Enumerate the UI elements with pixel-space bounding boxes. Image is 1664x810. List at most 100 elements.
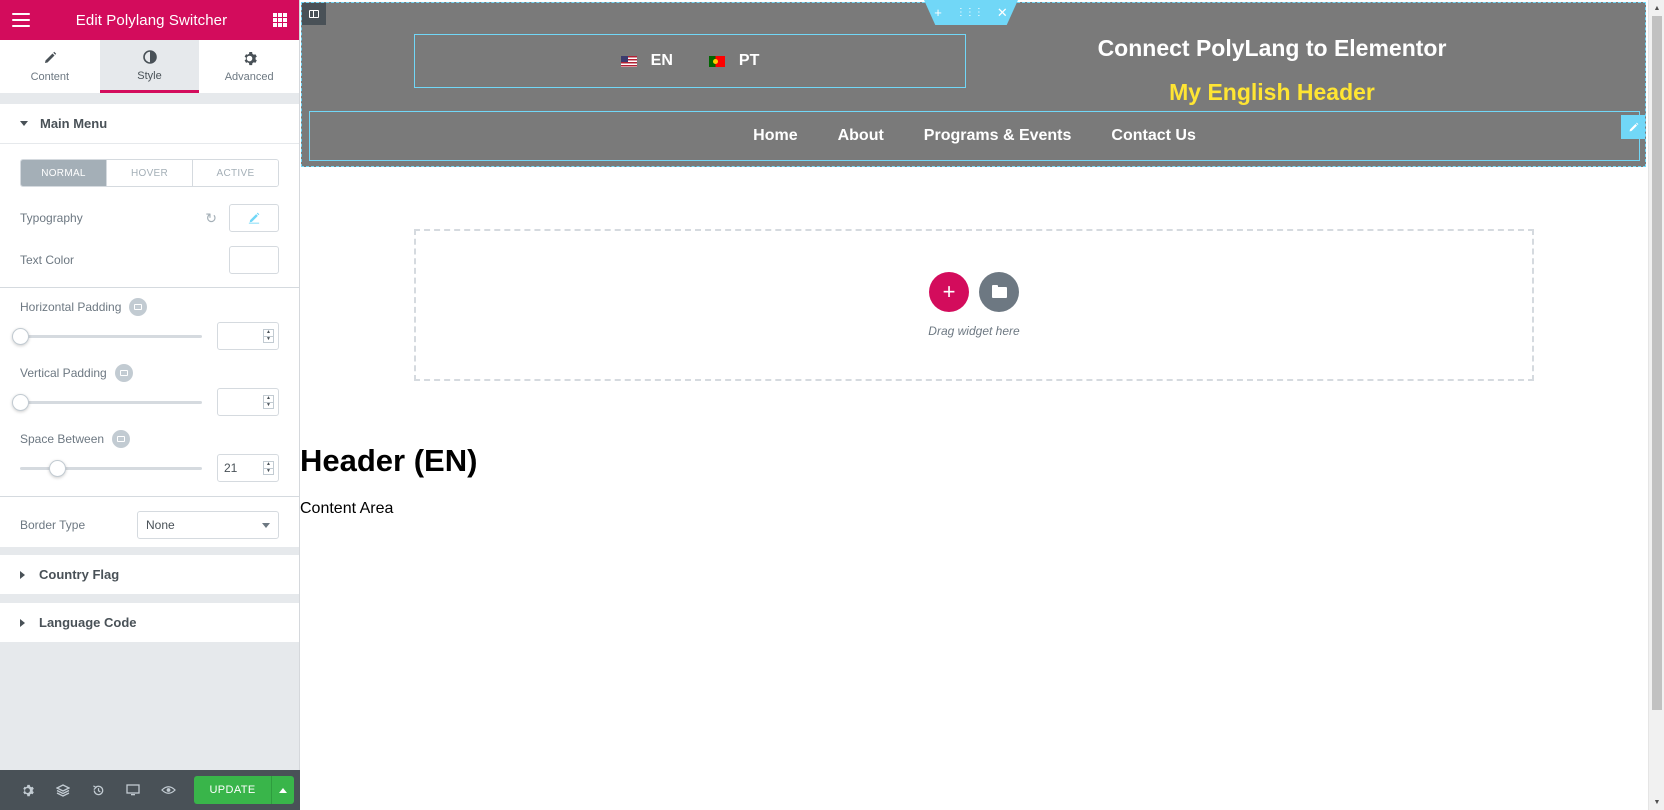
close-icon[interactable]: ✕ [997, 5, 1008, 21]
header-section[interactable]: + ⋮⋮⋮ ✕ EN PT Connect PolyLang to Elemen… [301, 0, 1646, 167]
nav-item-about[interactable]: About [838, 127, 884, 145]
preview-eye-icon[interactable] [151, 770, 186, 810]
widget-drop-zone[interactable]: + Drag widget here [414, 229, 1534, 381]
state-tab-hover[interactable]: HOVER [107, 160, 193, 186]
update-options-button[interactable] [271, 776, 294, 804]
vertical-padding-label: Vertical Padding [20, 366, 107, 380]
number-spinner[interactable]: ▲ ▼ [263, 395, 274, 409]
responsive-monitor-icon[interactable] [112, 430, 131, 448]
responsive-monitor-icon[interactable] [129, 298, 148, 316]
gear-icon [241, 50, 257, 66]
layers-icon[interactable] [45, 770, 80, 810]
caret-down-icon [20, 121, 28, 126]
column-icon [309, 10, 319, 18]
language-code-section: Language Code [0, 603, 299, 643]
menu-icon[interactable] [12, 13, 30, 27]
horizontal-padding-label: Horizontal Padding [20, 300, 122, 314]
vertical-padding-slider[interactable] [12, 393, 202, 411]
reset-icon[interactable]: ↻ [205, 210, 217, 227]
typography-edit-button[interactable] [229, 204, 279, 232]
state-tab-active[interactable]: ACTIVE [193, 160, 278, 186]
space-between-input[interactable]: 21 ▲ ▼ [217, 454, 279, 482]
plus-icon: + [942, 279, 956, 304]
scroll-down-arrow[interactable]: ▼ [1649, 794, 1664, 810]
portugal-flag-icon [708, 55, 725, 67]
typography-label: Typography [20, 211, 83, 225]
panel-tabs: Content Style Advanced [0, 40, 299, 94]
folder-icon [991, 284, 1007, 298]
panel-title: Edit Polylang Switcher [75, 11, 228, 29]
add-section-icon[interactable]: + [934, 5, 942, 20]
settings-gear-icon[interactable] [10, 770, 45, 810]
nav-item-contact-us[interactable]: Contact Us [1111, 127, 1195, 145]
pencil-icon [248, 212, 260, 224]
panel-header: Edit Polylang Switcher [0, 0, 299, 40]
main-nav: Home About Programs & Events Contact Us [309, 111, 1640, 161]
tab-content-label: Content [30, 71, 70, 83]
country-flag-section-header[interactable]: Country Flag [0, 555, 299, 595]
space-between-control: Space Between 21 ▲ ▼ [0, 428, 299, 486]
caret-right-icon [20, 618, 25, 627]
tab-advanced[interactable]: Advanced [199, 40, 299, 93]
caret-up-icon [279, 787, 288, 793]
language-item-en[interactable]: EN [620, 52, 673, 70]
space-between-slider[interactable] [20, 459, 202, 477]
content-text: Content Area [300, 500, 394, 517]
page-heading: Header (EN) [300, 443, 478, 478]
column-handle[interactable] [302, 3, 326, 25]
border-type-label: Border Type [20, 518, 86, 532]
country-flag-section: Country Flag [0, 555, 299, 595]
tab-style-label: Style [137, 69, 162, 82]
number-spinner[interactable]: ▲ ▼ [263, 461, 274, 475]
responsive-monitor-icon[interactable] [114, 364, 133, 382]
vertical-scrollbar[interactable]: ▲ ▼ [1648, 0, 1664, 810]
country-flag-title: Country Flag [39, 567, 120, 582]
horizontal-padding-input[interactable]: ▲ ▼ [217, 322, 279, 350]
scroll-up-arrow[interactable]: ▲ [1649, 0, 1664, 16]
vertical-padding-control: Vertical Padding ▲ ▼ [0, 362, 299, 420]
scrollbar-thumb[interactable] [1652, 16, 1662, 710]
slider-handle[interactable] [12, 327, 29, 345]
chevron-down-icon [262, 522, 270, 528]
main-menu-title: Main Menu [40, 116, 108, 131]
preview-canvas: + ⋮⋮⋮ ✕ EN PT Connect PolyLang to Elemen… [300, 0, 1648, 810]
border-type-select[interactable]: None [137, 511, 279, 539]
site-title: Connect PolyLang to Elementor [1097, 35, 1447, 61]
history-icon[interactable] [80, 770, 115, 810]
section-handle: + ⋮⋮⋮ ✕ [924, 0, 1018, 25]
text-color-control: Text Color [0, 239, 299, 281]
text-color-swatch[interactable] [229, 246, 279, 274]
language-code-section-header[interactable]: Language Code [0, 603, 299, 643]
site-subtitle: My English Header [1169, 79, 1375, 105]
tab-content[interactable]: Content [0, 40, 100, 93]
horizontal-padding-slider[interactable] [12, 327, 202, 345]
add-template-button[interactable] [979, 272, 1019, 312]
responsive-desktop-icon[interactable] [116, 770, 151, 810]
widgets-grid-icon[interactable] [272, 13, 287, 27]
horizontal-padding-control: Horizontal Padding ▲ ▼ [0, 296, 299, 354]
border-type-control: Border Type None [0, 503, 299, 547]
number-spinner[interactable]: ▲ ▼ [263, 329, 274, 343]
polylang-switcher-widget[interactable]: EN PT [414, 34, 966, 88]
typography-control: Typography ↻ [0, 197, 299, 239]
main-menu-section-header[interactable]: Main Menu [0, 104, 299, 144]
text-color-label: Text Color [20, 253, 75, 267]
main-menu-section: Main Menu NORMAL HOVER ACTIVE Typography… [0, 104, 299, 547]
nav-item-home[interactable]: Home [753, 127, 797, 145]
state-tab-normal[interactable]: NORMAL [21, 160, 107, 186]
panel-footer: UPDATE [0, 770, 300, 810]
tab-style[interactable]: Style [99, 40, 200, 93]
edit-widget-button[interactable] [1621, 115, 1645, 139]
drop-zone-text: Drag widget here [928, 324, 1020, 338]
update-button[interactable]: UPDATE [194, 776, 272, 804]
space-between-label: Space Between [20, 432, 105, 446]
slider-handle[interactable] [49, 459, 66, 477]
nav-item-programs-events[interactable]: Programs & Events [924, 127, 1072, 145]
add-section-button[interactable]: + [929, 272, 969, 312]
language-code-title: Language Code [39, 615, 137, 630]
drag-handle-icon[interactable]: ⋮⋮⋮ [956, 7, 984, 18]
slider-handle[interactable] [12, 393, 29, 411]
vertical-padding-input[interactable]: ▲ ▼ [217, 388, 279, 416]
pencil-icon [42, 50, 58, 66]
language-item-pt[interactable]: PT [708, 52, 759, 70]
